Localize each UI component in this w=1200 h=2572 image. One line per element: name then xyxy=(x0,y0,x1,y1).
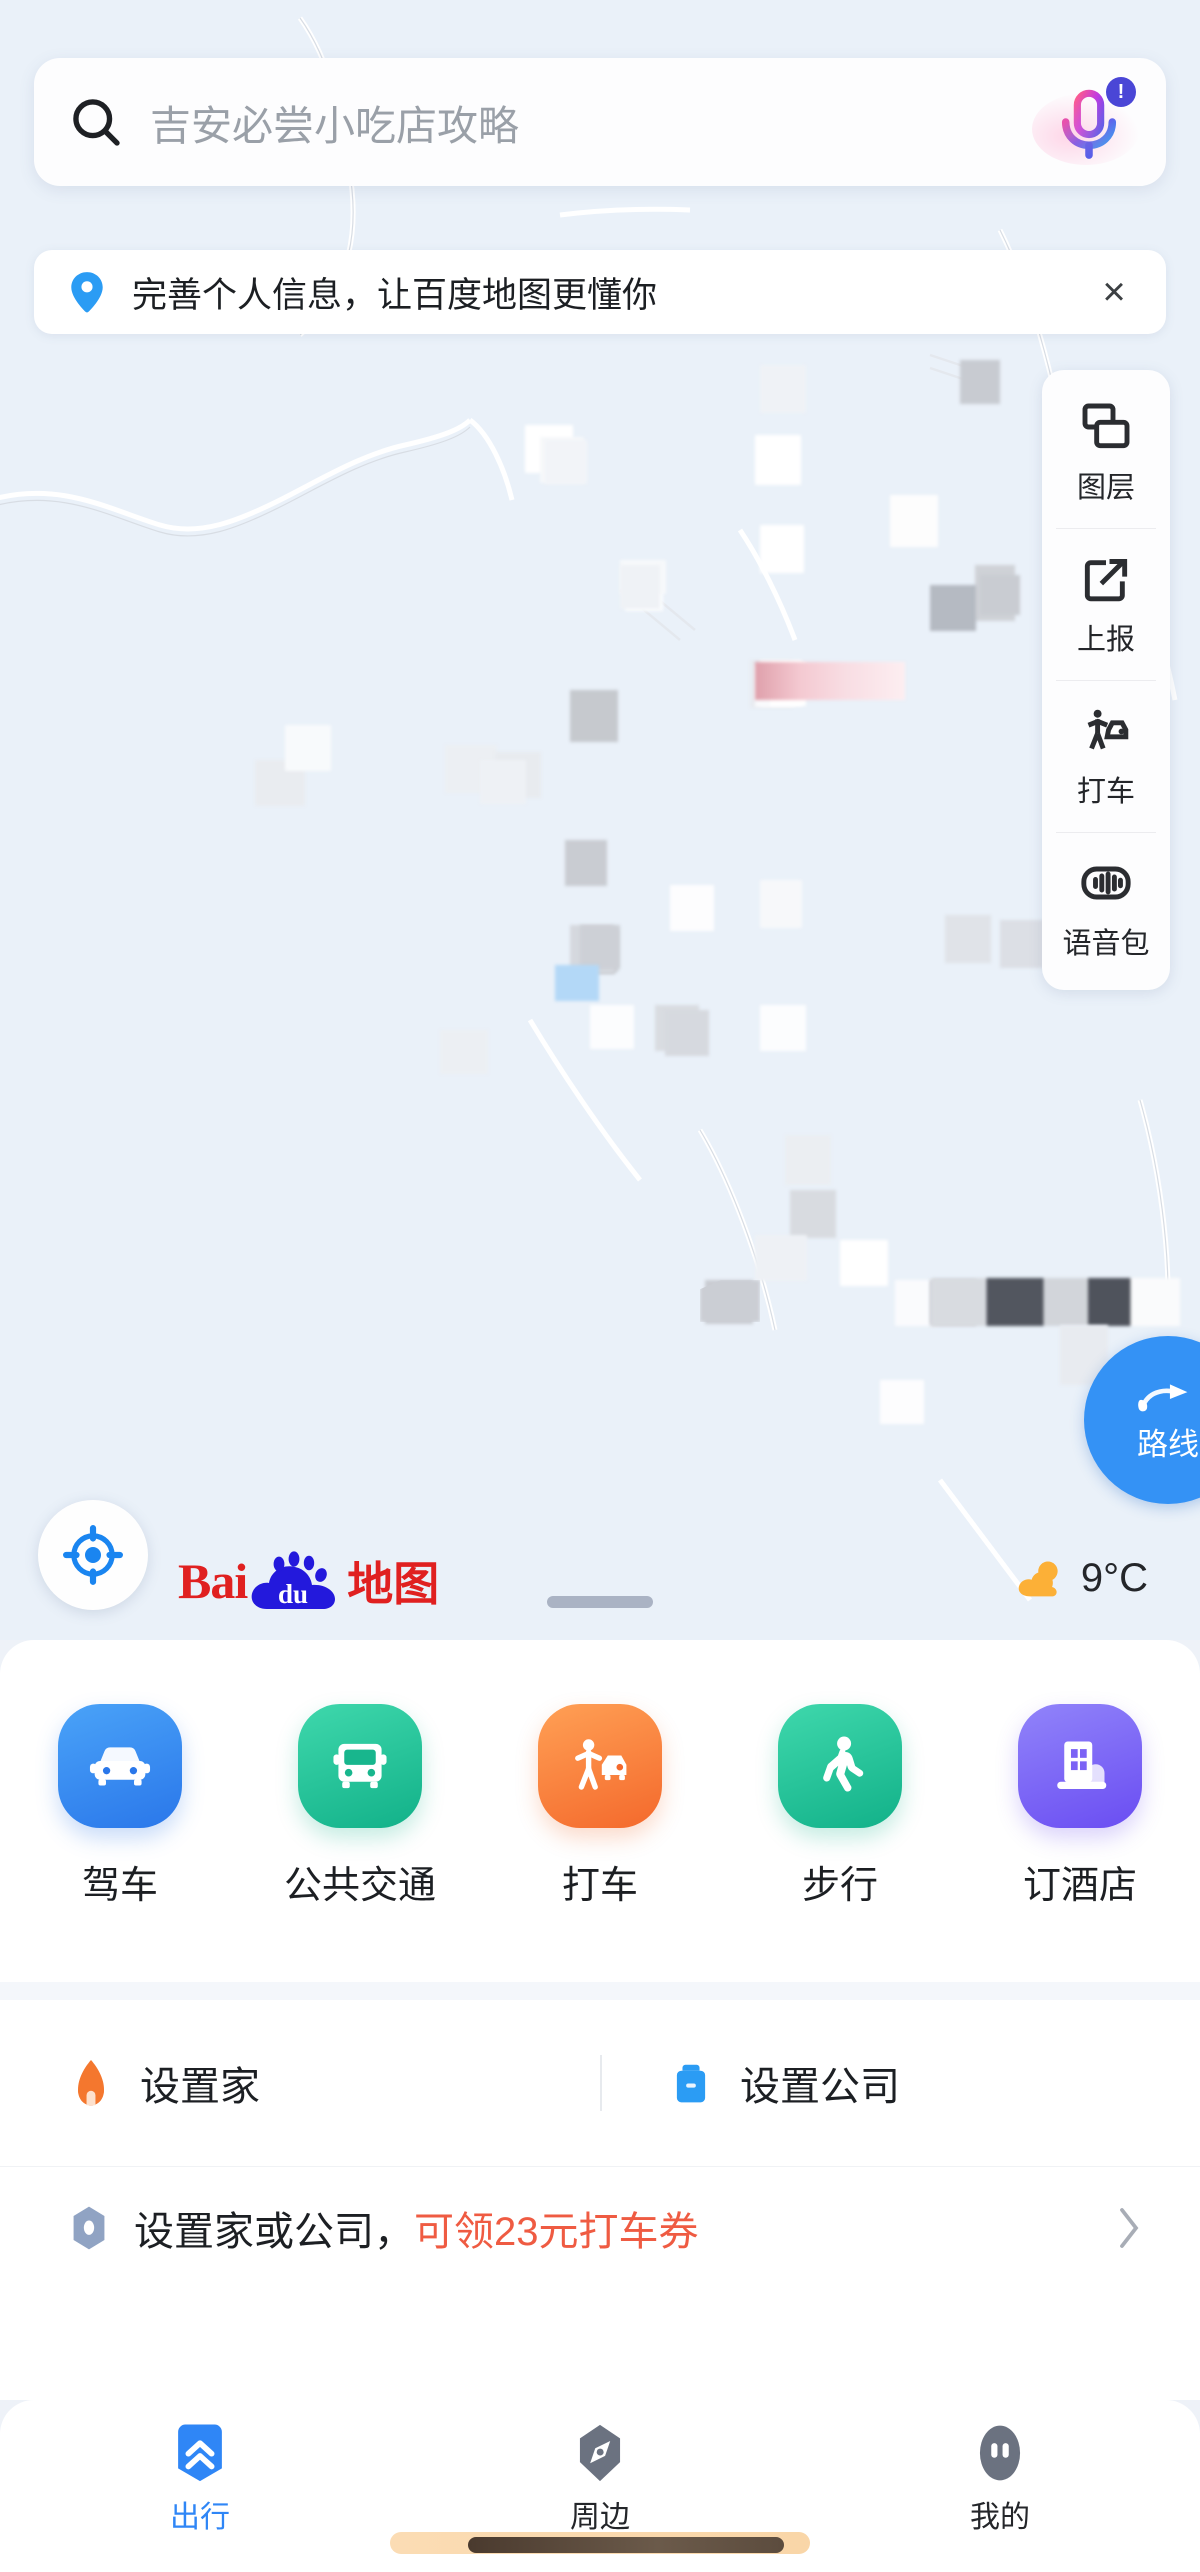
quick-action-drive[interactable]: 驾车 xyxy=(0,1704,240,1909)
sheet-drag-handle[interactable] xyxy=(547,1596,653,1608)
tool-voice-pack[interactable]: 语音包 xyxy=(1042,832,1170,984)
home-icon xyxy=(78,2059,104,2106)
promo-text: 设置家或公司，可领23元打车券 xyxy=(134,2199,1116,2257)
hotel-icon-badge xyxy=(1018,1704,1142,1828)
promo-row[interactable]: 设置家或公司，可领23元打车券 xyxy=(0,2166,1200,2288)
tool-label: 上报 xyxy=(1076,623,1135,656)
quick-action-transit[interactable]: 公共交通 xyxy=(240,1704,480,1909)
walk-icon xyxy=(823,1736,864,1792)
quick-action-label: 驾车 xyxy=(81,1865,158,1907)
shortcuts-row: 设置家 设置公司 xyxy=(0,2000,1200,2166)
car-icon xyxy=(89,1747,151,1786)
shortcut-set-company[interactable]: 设置公司 xyxy=(600,2054,1200,2112)
profile-icon-badge xyxy=(969,2422,1031,2484)
sun-cloud-icon xyxy=(1018,1560,1058,1596)
shortcut-label: 设置公司 xyxy=(740,2065,900,2109)
bottom-sheet: 驾车 公共交通 打车 步行 订酒店 设置家 设置公司 设置家或公司，可领23元打… xyxy=(0,1640,1200,2400)
nav-tab-label: 周边 xyxy=(570,2501,630,2534)
profile-completion-banner[interactable]: 完善个人信息，让百度地图更懂你 × xyxy=(34,250,1166,334)
weather-temperature: 9°C xyxy=(1080,1556,1148,1600)
logo-du-cloud: du xyxy=(249,1551,341,1611)
nearby-compass-icon xyxy=(579,2424,621,2482)
mic-alert-badge: ! xyxy=(1106,77,1136,107)
nav-tab-profile[interactable]: 我的 xyxy=(800,2422,1200,2536)
logo-suffix-text: 地图 xyxy=(347,1558,440,1610)
locate-crosshair-icon xyxy=(63,1525,123,1585)
quick-action-hotel[interactable]: 订酒店 xyxy=(960,1704,1200,1909)
banner-text: 完善个人信息，让百度地图更懂你 xyxy=(132,275,658,315)
shortcut-separator xyxy=(600,2055,602,2111)
bus-icon-badge xyxy=(298,1704,422,1828)
route-arrow-icon xyxy=(1138,1383,1188,1411)
taxi-icon-badge xyxy=(538,1704,662,1828)
section-divider xyxy=(0,1982,1200,2000)
taxi-hail-icon xyxy=(1087,709,1129,749)
search-bar[interactable]: 吉安必尝小吃店攻略 ! xyxy=(34,58,1166,186)
quick-action-taxi[interactable]: 打车 xyxy=(480,1704,720,1909)
map-roads xyxy=(0,16,1178,1602)
voice-pack-icon xyxy=(1081,866,1131,899)
nav-tab-nearby[interactable]: 周边 xyxy=(400,2422,800,2536)
layers-icon xyxy=(1082,403,1130,448)
nearby-compass-icon-badge xyxy=(569,2422,631,2484)
logo-bai-text: Bai xyxy=(178,1553,248,1609)
home-indicator-inner xyxy=(468,2537,784,2553)
quick-action-walk[interactable]: 步行 xyxy=(720,1704,960,1909)
nav-tab-label: 出行 xyxy=(170,2501,230,2534)
chevron-right-icon xyxy=(1120,2207,1139,2248)
tool-layers[interactable]: 图层 xyxy=(1042,376,1170,528)
hotel-icon xyxy=(1057,1741,1107,1790)
car-icon-badge xyxy=(58,1704,182,1828)
baidu-paw-cloud-icon: du xyxy=(251,1551,336,1609)
quick-action-label: 公共交通 xyxy=(283,1865,436,1907)
quick-action-label: 订酒店 xyxy=(1022,1865,1137,1907)
voice-search-button[interactable]: ! xyxy=(1032,77,1140,165)
quick-action-label: 步行 xyxy=(801,1865,878,1907)
tool-report[interactable]: 上报 xyxy=(1042,528,1170,680)
profile-icon xyxy=(979,2425,1021,2481)
shortcut-label: 设置家 xyxy=(140,2065,260,2109)
shortcut-set-home[interactable]: 设置家 xyxy=(0,2054,600,2112)
nav-tab-label: 我的 xyxy=(970,2501,1030,2534)
baidu-maps-logo: Bai du 地图 xyxy=(178,1548,439,1614)
quick-action-label: 打车 xyxy=(561,1865,638,1907)
report-edit-icon xyxy=(1084,558,1128,601)
logo-du-text: du xyxy=(278,1579,308,1609)
hexagon-marker-icon xyxy=(73,2206,105,2249)
search-icon xyxy=(73,99,120,146)
taxi-icon xyxy=(575,1739,627,1790)
quick-actions-row: 驾车 公共交通 打车 步行 订酒店 xyxy=(0,1640,1200,1909)
baidu-maps-app: 图层 上报 打车 语音包 路线 Bai du 地图 9°C 吉安必尝小吃店攻略 … xyxy=(0,0,1200,2572)
map-canvas[interactable]: 图层 上报 打车 语音包 路线 Bai du 地图 9°C xyxy=(0,0,1200,1640)
tool-label: 图层 xyxy=(1076,471,1135,504)
route-label: 路线 xyxy=(1137,1426,1199,1462)
location-pin-icon xyxy=(71,272,103,313)
briefcase-icon xyxy=(676,2064,706,2103)
tool-label: 语音包 xyxy=(1062,927,1150,960)
home-indicator[interactable] xyxy=(390,2532,810,2554)
walk-icon-badge xyxy=(778,1704,902,1828)
tool-label: 打车 xyxy=(1076,775,1135,808)
promo-text-highlight: 可领23元打车券 xyxy=(414,2209,699,2254)
bus-icon xyxy=(333,1743,387,1789)
chevrons-up-icon-badge xyxy=(169,2422,231,2484)
map-tool-panel[interactable]: 图层 上报 打车 语音包 xyxy=(1042,370,1170,990)
close-icon[interactable]: × xyxy=(1092,270,1136,314)
tool-taxi[interactable]: 打车 xyxy=(1042,680,1170,832)
weather-widget[interactable]: 9°C xyxy=(1015,1556,1148,1601)
bottom-navigation-bar: 出行 周边 我的 xyxy=(0,2400,1200,2572)
promo-text-plain: 设置家或公司， xyxy=(134,2209,414,2254)
chevrons-up-icon xyxy=(178,2424,222,2482)
locate-button[interactable] xyxy=(38,1500,148,1610)
search-input[interactable]: 吉安必尝小吃店攻略 xyxy=(150,92,1046,152)
nav-tab-travel[interactable]: 出行 xyxy=(0,2422,400,2536)
